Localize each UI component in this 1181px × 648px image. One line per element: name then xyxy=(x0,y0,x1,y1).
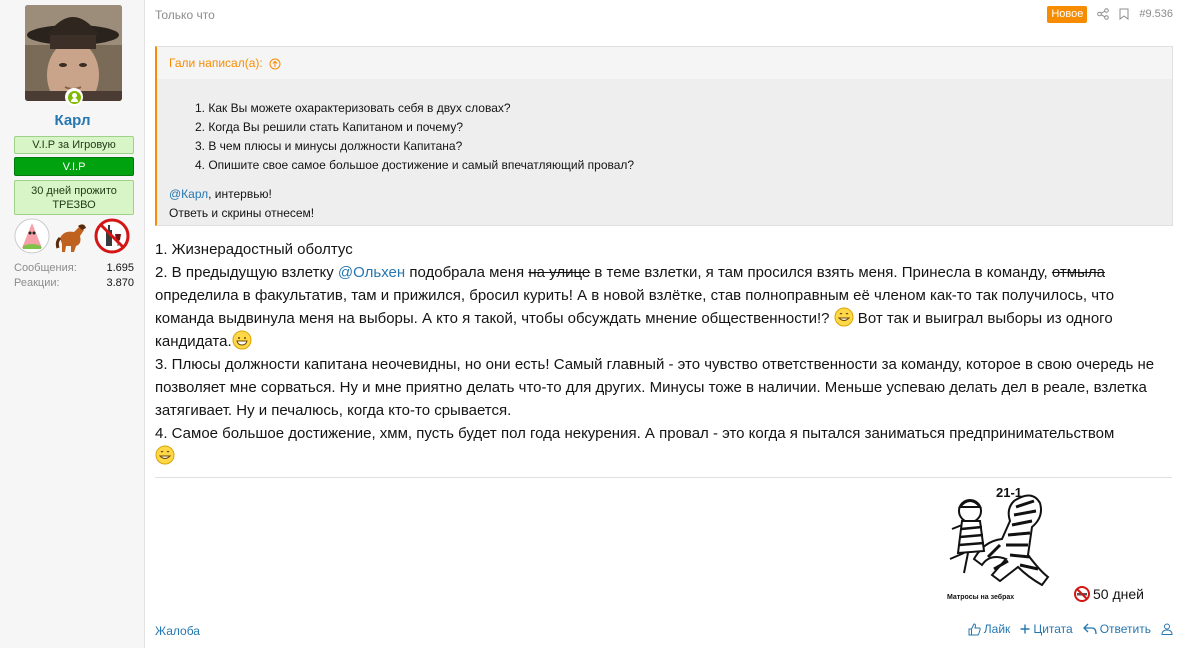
no-alcohol-trophy-icon[interactable] xyxy=(94,218,130,254)
zebra-signature-image: 21-1 Матросы на зебрах xyxy=(944,481,1066,603)
strikethrough-text: на улице xyxy=(528,264,591,281)
mention-link[interactable]: @Карл xyxy=(169,187,208,201)
user-banner-sober: 30 дней прожито ТРЕЗВО xyxy=(14,180,134,215)
strikethrough-text: отмыла xyxy=(1051,264,1105,281)
list-item: 4. Опишите свое самое большое достижение… xyxy=(195,158,635,172)
post-body: 1. Жизнерадостный оболтус 2. В предыдущу… xyxy=(155,238,1175,468)
user-stats: Сообщения: 1.695 Реакции: 3.870 xyxy=(14,261,134,291)
reply-button[interactable]: Ответить xyxy=(1082,622,1151,636)
quote-content: 1. Как Вы можете охарактеризовать себя в… xyxy=(157,79,1172,225)
username[interactable]: Карл xyxy=(0,112,145,129)
answer-1: 1. Жизнерадостный оболтус xyxy=(155,241,353,258)
grin-smiley-icon xyxy=(155,445,175,465)
quote-text: Ответь и скрины отнесем! xyxy=(169,206,315,220)
list-item: 3. В чем плюсы и минусы должности Капита… xyxy=(195,139,463,153)
arrow-up-circle-icon xyxy=(269,58,281,70)
quote-text: , интервью! xyxy=(208,187,272,201)
user-banner-vip: V.I.P xyxy=(14,157,134,176)
trophy-list xyxy=(14,218,134,254)
patrick-trophy-icon[interactable] xyxy=(14,218,50,254)
mention-link[interactable]: @Ольхен xyxy=(338,264,405,281)
pony-trophy-icon[interactable] xyxy=(54,218,90,254)
answer-text: 4. Самое большое достижение, хмм, пусть … xyxy=(155,425,1115,442)
user-icon xyxy=(1161,623,1173,635)
grin-smiley-icon xyxy=(834,307,854,327)
quote-header[interactable]: Гали написал(а): xyxy=(157,47,1172,79)
like-button[interactable]: Лайк xyxy=(968,622,1011,636)
answer-text: в теме взлетки, я там просился взять мен… xyxy=(590,264,1052,281)
days-label: 50 дней xyxy=(1093,586,1144,602)
quote-block: Гали написал(а): 1. Как Вы можете охарак… xyxy=(155,46,1173,226)
answer-text: подобрала меня xyxy=(405,264,529,281)
like-label[interactable]: Лайк xyxy=(984,622,1011,636)
post-time[interactable]: Только что xyxy=(155,8,215,22)
stat-value: 1.695 xyxy=(106,262,134,274)
list-item: 2. Когда Вы решили стать Капитаном и поч… xyxy=(195,120,464,134)
stat-messages: Сообщения: 1.695 xyxy=(14,261,134,276)
user-menu-button[interactable] xyxy=(1161,623,1173,635)
post-footer-actions: Лайк Цитата Ответить xyxy=(968,622,1173,636)
quote-question-list: 1. Как Вы можете охарактеризовать себя в… xyxy=(195,99,634,175)
reply-icon xyxy=(1082,623,1097,635)
answer-text: 2. В предыдущую взлетку xyxy=(155,264,338,281)
quote-label[interactable]: Цитата xyxy=(1033,622,1072,636)
stat-reactions: Реакции: 3.870 xyxy=(14,276,134,291)
stat-label: Сообщения: xyxy=(14,262,77,274)
post-number[interactable]: #9.536 xyxy=(1139,8,1173,20)
plus-icon xyxy=(1020,624,1030,634)
stat-label: Реакции: xyxy=(14,277,60,289)
smile-smiley-icon xyxy=(232,330,252,350)
signature-caption: Матросы на зебрах xyxy=(947,593,1014,601)
answer-3: 3. Плюсы должности капитана неочевидны, … xyxy=(155,356,1155,419)
no-smoking-icon xyxy=(1074,586,1090,602)
thumbs-up-icon xyxy=(968,622,981,635)
online-status-icon xyxy=(65,88,83,106)
report-link[interactable]: Жалоба xyxy=(155,624,200,638)
list-item: 1. Как Вы можете охарактеризовать себя в… xyxy=(195,101,511,115)
quote-tail: @Карл, интервью! Ответь и скрины отнесем… xyxy=(169,185,314,223)
reply-label[interactable]: Ответить xyxy=(1100,622,1151,636)
signature-divider xyxy=(155,477,1172,478)
share-icon[interactable] xyxy=(1097,8,1110,20)
stat-value: 3.870 xyxy=(106,277,134,289)
post-actions: Новое #9.536 xyxy=(1047,5,1173,23)
sober-days-counter: 50 дней xyxy=(1074,586,1144,602)
answer-2: 2. В предыдущую взлетку @Ольхен подобрал… xyxy=(155,261,1175,353)
quote-author[interactable]: Гали написал(а): xyxy=(169,56,263,70)
answer-4: 4. Самое большое достижение, хмм, пусть … xyxy=(155,422,1175,468)
avatar[interactable] xyxy=(25,5,122,101)
bookmark-icon[interactable] xyxy=(1119,8,1129,21)
user-banner-vip-game: V.I.P за Игровую xyxy=(14,136,134,154)
user-sidebar: Карл V.I.P за Игровую V.I.P 30 дней прож… xyxy=(0,0,145,648)
quote-button[interactable]: Цитата xyxy=(1020,622,1073,636)
new-badge: Новое xyxy=(1047,5,1088,23)
